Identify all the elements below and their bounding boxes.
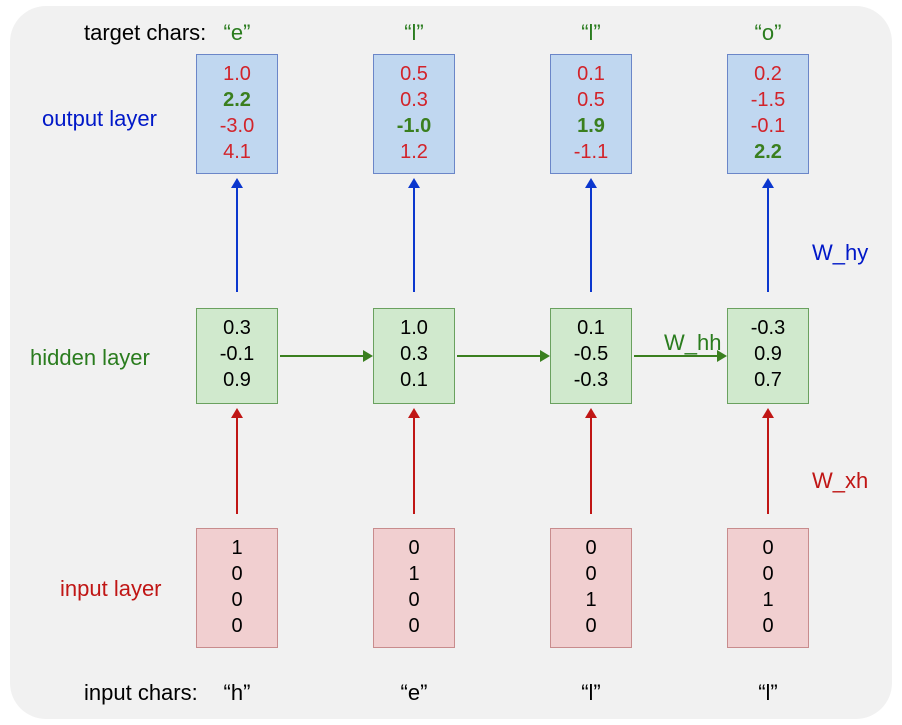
arrow-w-hy [583, 180, 599, 300]
hidden-vector-value: -0.1 [197, 341, 277, 367]
input-vector-value: 0 [374, 535, 454, 561]
hidden-vector-value: -0.5 [551, 341, 631, 367]
input-vector: 0010 [727, 528, 809, 648]
arrow-w-hy [406, 180, 422, 300]
input-vector-value: 0 [551, 535, 631, 561]
target-char: “o” [723, 20, 813, 46]
output-vector-value: 1.0 [197, 61, 277, 87]
arrow-w-xh [229, 410, 245, 522]
target-char: “l” [546, 20, 636, 46]
arrow-w-hy [229, 180, 245, 300]
output-vector-value: -1.1 [551, 139, 631, 165]
input-vector-value: 0 [374, 613, 454, 639]
arrow-w-xh [406, 410, 422, 522]
target-char: “l” [369, 20, 459, 46]
input-vector: 1000 [196, 528, 278, 648]
input-vector: 0010 [550, 528, 632, 648]
output-vector: 1.02.2-3.04.1 [196, 54, 278, 174]
arrow-w-hh [280, 348, 371, 364]
output-vector-value: 0.5 [374, 61, 454, 87]
hidden-vector-value: 0.9 [197, 367, 277, 393]
input-char: “h” [192, 680, 282, 706]
input-layer-label: input layer [60, 576, 162, 602]
hidden-vector-value: 1.0 [374, 315, 454, 341]
hidden-layer-label: hidden layer [30, 345, 150, 371]
input-vector-value: 0 [197, 613, 277, 639]
weight-label-w-hy: W_hy [812, 240, 868, 266]
output-vector-value: 1.9 [551, 113, 631, 139]
input-vector-value: 0 [728, 613, 808, 639]
hidden-vector: -0.30.90.7 [727, 308, 809, 404]
hidden-vector-value: 0.3 [374, 341, 454, 367]
arrow-w-hy [760, 180, 776, 300]
output-vector-value: -1.5 [728, 87, 808, 113]
hidden-vector-value: 0.7 [728, 367, 808, 393]
input-vector-value: 0 [197, 587, 277, 613]
output-vector-value: 0.3 [374, 87, 454, 113]
target-char: “e” [192, 20, 282, 46]
input-char: “e” [369, 680, 459, 706]
output-vector: 0.10.51.9-1.1 [550, 54, 632, 174]
input-vector-value: 0 [728, 561, 808, 587]
output-vector-value: 0.1 [551, 61, 631, 87]
input-char: “l” [723, 680, 813, 706]
hidden-vector-value: -0.3 [728, 315, 808, 341]
hidden-vector-value: -0.3 [551, 367, 631, 393]
output-vector-value: 0.2 [728, 61, 808, 87]
input-char: “l” [546, 680, 636, 706]
hidden-vector-value: 0.1 [551, 315, 631, 341]
output-vector-value: 2.2 [197, 87, 277, 113]
arrow-w-xh [760, 410, 776, 522]
hidden-vector-value: 0.3 [197, 315, 277, 341]
arrow-w-xh [583, 410, 599, 522]
output-layer-label: output layer [42, 106, 157, 132]
input-vector-value: 0 [551, 613, 631, 639]
input-vector-value: 0 [728, 535, 808, 561]
input-vector-value: 1 [197, 535, 277, 561]
input-vector-value: 1 [551, 587, 631, 613]
output-vector-value: -1.0 [374, 113, 454, 139]
input-vector-value: 0 [197, 561, 277, 587]
input-vector-value: 1 [728, 587, 808, 613]
output-vector-value: 1.2 [374, 139, 454, 165]
output-vector: 0.2-1.5-0.12.2 [727, 54, 809, 174]
hidden-vector-value: 0.9 [728, 341, 808, 367]
output-vector-value: 2.2 [728, 139, 808, 165]
input-vector-value: 0 [551, 561, 631, 587]
arrow-w-hh [634, 348, 725, 364]
input-vector-value: 1 [374, 561, 454, 587]
output-vector-value: -3.0 [197, 113, 277, 139]
weight-label-w-xh: W_xh [812, 468, 868, 494]
arrow-w-hh [457, 348, 548, 364]
hidden-vector: 0.1-0.5-0.3 [550, 308, 632, 404]
target-chars-label: target chars: [84, 20, 206, 46]
input-vector-value: 0 [374, 587, 454, 613]
output-vector-value: 0.5 [551, 87, 631, 113]
hidden-vector-value: 0.1 [374, 367, 454, 393]
input-chars-label: input chars: [84, 680, 198, 706]
output-vector: 0.50.3-1.01.2 [373, 54, 455, 174]
input-vector: 0100 [373, 528, 455, 648]
hidden-vector: 1.00.30.1 [373, 308, 455, 404]
output-vector-value: 4.1 [197, 139, 277, 165]
hidden-vector: 0.3-0.10.9 [196, 308, 278, 404]
output-vector-value: -0.1 [728, 113, 808, 139]
